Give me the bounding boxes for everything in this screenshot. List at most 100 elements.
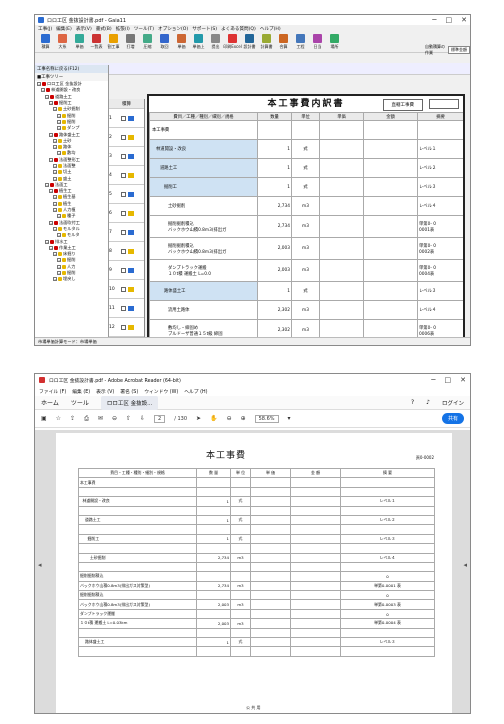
expand-icon[interactable]: −	[53, 145, 57, 150]
expand-icon[interactable]: −	[53, 170, 57, 175]
row-checkbox[interactable]	[121, 229, 126, 235]
toolbar-button[interactable]: 積算	[38, 34, 53, 50]
grid-row[interactable]: 11	[109, 299, 144, 318]
standard-amount-select[interactable]: 標準金額	[448, 46, 470, 54]
table-row[interactable]: 流用土路体 2,302 m3 レベル４	[149, 300, 463, 320]
expand-icon[interactable]: −	[57, 126, 61, 131]
menu-item[interactable]: ウィンドウ (W)	[144, 388, 178, 395]
close-icon[interactable]: ✕	[461, 16, 467, 24]
tree-header[interactable]: 工事名称に戻る(F12)	[35, 65, 108, 73]
email-icon[interactable]: ✉	[98, 415, 103, 422]
toolbar-button[interactable]: 一覧表	[89, 34, 104, 50]
row-checkbox[interactable]	[121, 153, 126, 159]
table-row[interactable]: 林道開設・改良 1 式 レベル１	[149, 139, 463, 159]
help-icon[interactable]: ?	[411, 399, 414, 406]
expand-icon[interactable]: −	[49, 220, 53, 225]
grid-row[interactable]: 9	[109, 261, 144, 280]
toolbar-button[interactable]: 取回	[157, 34, 172, 50]
expand-icon[interactable]: −	[53, 277, 57, 282]
expand-icon[interactable]: −	[49, 189, 53, 194]
row-checkbox[interactable]	[121, 267, 126, 273]
table-row[interactable]: 道路土工 1 式 レベル２	[149, 158, 463, 178]
expand-icon[interactable]: −	[53, 138, 57, 143]
tab-home[interactable]: ホーム	[41, 398, 59, 407]
menu-item[interactable]: 表示 (V)	[96, 388, 114, 395]
row-checkbox[interactable]	[121, 248, 126, 254]
expand-icon[interactable]: −	[53, 252, 57, 257]
grid-row[interactable]: 2	[109, 128, 144, 147]
expand-icon[interactable]: −	[57, 151, 61, 156]
tab-tools[interactable]: ツール	[71, 398, 89, 407]
toolbar-button[interactable]: 場所	[327, 34, 342, 50]
menu-item[interactable]: 署名 (S)	[120, 388, 138, 395]
toolbar-button[interactable]: 計算書	[259, 34, 274, 50]
toolbar-button[interactable]: 大系	[55, 34, 70, 50]
expand-icon[interactable]: −	[53, 176, 57, 181]
table-row[interactable]: 掘削掘削積込 バックホウ山積0.8m3(排出ガ 2,003 m3 単第0- 0 0002表	[149, 237, 463, 260]
expand-icon[interactable]: −	[57, 271, 61, 276]
expand-icon[interactable]: −	[45, 94, 49, 99]
expand-icon[interactable]: −	[53, 226, 57, 231]
zoom-level[interactable]: 58.6%	[254, 414, 279, 423]
minimize-icon[interactable]: ─	[431, 376, 435, 384]
expand-icon[interactable]: −	[53, 201, 57, 206]
menu-item[interactable]: ツール(T)	[134, 26, 154, 32]
zoom-dropdown-icon[interactable]: ▾	[288, 415, 291, 422]
row-checkbox[interactable]	[121, 210, 126, 216]
zoom-in-icon[interactable]: ⊕	[241, 415, 246, 422]
close-icon[interactable]: ✕	[460, 376, 466, 384]
menu-item[interactable]: ヘルプ (H)	[184, 388, 207, 395]
menu-item[interactable]: サポート(S)	[192, 26, 217, 32]
expand-icon[interactable]: −	[57, 119, 61, 124]
hand-tool-icon[interactable]: ✋	[210, 415, 217, 422]
grid-row[interactable]: 7	[109, 223, 144, 242]
expand-icon[interactable]: −	[49, 101, 53, 106]
expand-icon[interactable]: −	[57, 113, 61, 118]
menu-item[interactable]: 表示(V)	[76, 26, 92, 32]
menu-item[interactable]: ファイル (F)	[39, 388, 66, 395]
toolbar-button[interactable]: 印刷Excel	[223, 34, 242, 50]
maximize-icon[interactable]: □	[445, 376, 452, 384]
toolbar-button[interactable]: 設計書	[242, 34, 257, 50]
table-row[interactable]: 掘削掘削積込 バックホウ山積0.8m3(排出ガ 2,734 m3 単第0- 0 0001表	[149, 215, 463, 238]
table-row[interactable]: 土砂掘削 2,734 m3 レベル４	[149, 196, 463, 216]
menu-item[interactable]: 拡張(I)	[116, 26, 130, 32]
zoom-out-icon[interactable]: ⊖	[227, 415, 232, 422]
upload-icon[interactable]: ⇪	[70, 415, 75, 422]
right-panel-arrow-icon[interactable]: ◂	[463, 561, 467, 569]
grid-row[interactable]: 3	[109, 147, 144, 166]
expand-icon[interactable]: −	[57, 258, 61, 263]
table-row[interactable]: 本工事費	[149, 120, 463, 140]
toolbar-button[interactable]: 圧縮	[140, 34, 155, 50]
toolbar-button[interactable]: 日当	[310, 34, 325, 50]
toolbar-button[interactable]: 工程	[293, 34, 308, 50]
grid-row[interactable]: 5	[109, 185, 144, 204]
expand-icon[interactable]: −	[49, 132, 53, 137]
expand-icon[interactable]: −	[53, 107, 57, 112]
expand-icon[interactable]: −	[49, 245, 53, 250]
minimize-icon[interactable]: ─	[432, 16, 436, 24]
table-row[interactable]: 掘削工 1 式 レベル３	[149, 177, 463, 197]
pdf-viewport[interactable]: ◂ ◂ 本工事費 頁0-0002 費目・工種・種別・細別・規格数 量単 位単 価…	[35, 430, 470, 713]
bell-icon[interactable]: ♪	[426, 399, 430, 406]
expand-icon[interactable]: −	[57, 264, 61, 269]
page-number-input[interactable]: 2	[154, 414, 166, 423]
row-checkbox[interactable]	[121, 324, 126, 330]
row-checkbox[interactable]	[121, 191, 126, 197]
table-row[interactable]: 路体盛土工 1 式 レベル３	[149, 281, 463, 301]
login-link[interactable]: ログイン	[442, 399, 464, 407]
expand-icon[interactable]: −	[53, 195, 57, 200]
toolbar-button[interactable]: 単価上	[191, 34, 206, 50]
next-page-icon[interactable]: ⇩	[140, 415, 145, 422]
tab-document[interactable]: ロロ工区 金抜設...	[100, 395, 159, 410]
save-icon[interactable]: ▣	[41, 415, 47, 422]
table-row[interactable]: ダンプトラック運搬 １０t積 運搬土 L=0.0 2,003 m3 単第0- 0 0004…	[149, 259, 463, 282]
expand-icon[interactable]: −	[37, 82, 41, 87]
menu-item[interactable]: ヘルプ(H)	[260, 26, 281, 32]
grid-row[interactable]: 12	[109, 318, 144, 337]
expand-icon[interactable]: −	[45, 239, 49, 244]
grid-row[interactable]: 6	[109, 204, 144, 223]
row-checkbox[interactable]	[121, 172, 126, 178]
left-panel-arrow-icon[interactable]: ◂	[38, 561, 42, 569]
toolbar-button[interactable]: 打増	[123, 34, 138, 50]
